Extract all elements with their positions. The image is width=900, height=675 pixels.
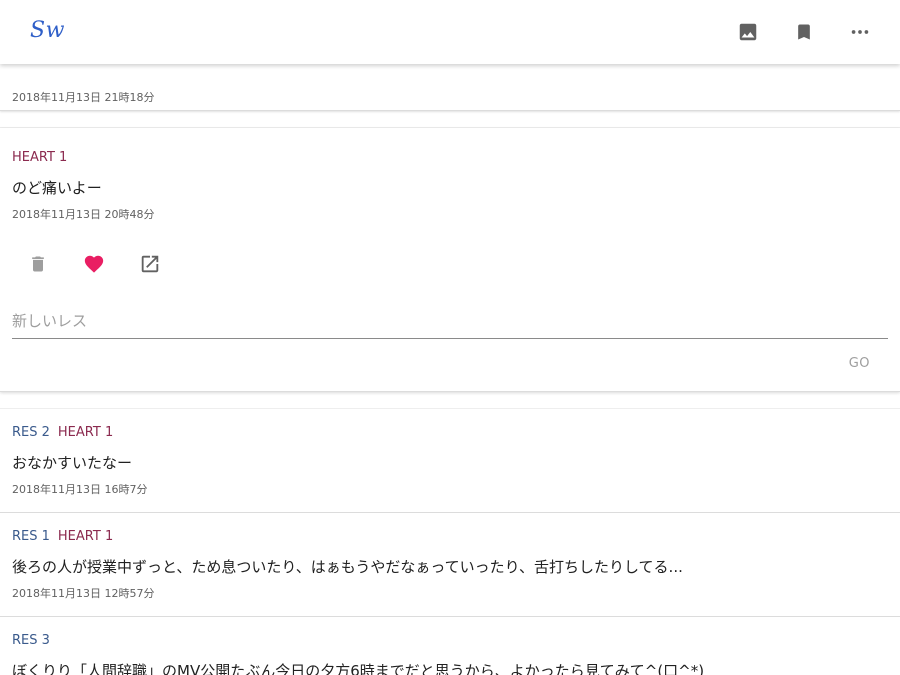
post-body-text: 後ろの人が授業中ずっと、ため息ついたり、はぁもうやだなぁっていったり、舌打ちした… (12, 558, 683, 576)
res-count-tag[interactable]: RES 3 (12, 633, 50, 649)
post-feed: 2018年11月13日 21時18分 HEART 1 のど痛いよー 2018年1… (0, 0, 900, 675)
post-tags: RES 1 HEART 1 (12, 529, 888, 545)
app-bar-actions (736, 20, 872, 44)
post-tags: HEART 1 (12, 150, 888, 166)
post-action-row (26, 252, 888, 276)
res-count-tag[interactable]: RES 1 (12, 529, 50, 545)
heart-count-tag[interactable]: HEART 1 (58, 529, 113, 545)
heart-icon[interactable] (82, 252, 106, 276)
delete-icon[interactable] (26, 252, 50, 276)
app-logo[interactable]: Sw (30, 18, 65, 43)
go-button[interactable]: GO (849, 356, 870, 371)
post-date: 2018年11月13日 12時57分 (12, 587, 155, 600)
image-icon[interactable] (736, 20, 760, 44)
post-card[interactable]: RES 1 HEART 1 後ろの人が授業中ずっと、ため息ついたり、はぁもうやだ… (0, 513, 900, 617)
post-card-expanded[interactable]: HEART 1 のど痛いよー 2018年11月13日 20時48分 新しいレス … (0, 128, 900, 392)
post-date: 2018年11月13日 20時48分 (12, 208, 155, 221)
new-reply-input[interactable] (12, 308, 888, 339)
card-gap (0, 111, 900, 128)
post-tags: RES 3 (12, 633, 888, 649)
post-card[interactable]: RES 3 ぼくりり「人間辞職」のMV公開たぶん今日の夕方6時までだと思うから、… (0, 617, 900, 675)
more-horiz-icon[interactable] (848, 20, 872, 44)
post-body-text: おなかすいたなー (12, 454, 133, 472)
card-gap (0, 392, 900, 409)
post-tags: RES 2 HEART 1 (12, 425, 888, 441)
post-date: 2018年11月13日 21時18分 (12, 91, 155, 104)
post-body-text: のど痛いよー (12, 179, 102, 197)
heart-count-tag[interactable]: HEART 1 (58, 425, 113, 441)
bookmark-icon[interactable] (792, 20, 816, 44)
post-card[interactable]: RES 2 HEART 1 おなかすいたなー 2018年11月13日 16時7分 (0, 409, 900, 513)
open-in-new-icon[interactable] (138, 252, 162, 276)
res-count-tag[interactable]: RES 2 (12, 425, 50, 441)
heart-count-tag[interactable]: HEART 1 (12, 150, 67, 166)
app-page: 2018年11月13日 21時18分 HEART 1 のど痛いよー 2018年1… (0, 0, 900, 675)
post-body-text: ぼくりり「人間辞職」のMV公開たぶん今日の夕方6時までだと思うから、よかったら見… (12, 662, 705, 675)
top-app-bar: Sw (0, 0, 900, 64)
post-date: 2018年11月13日 16時7分 (12, 483, 148, 496)
